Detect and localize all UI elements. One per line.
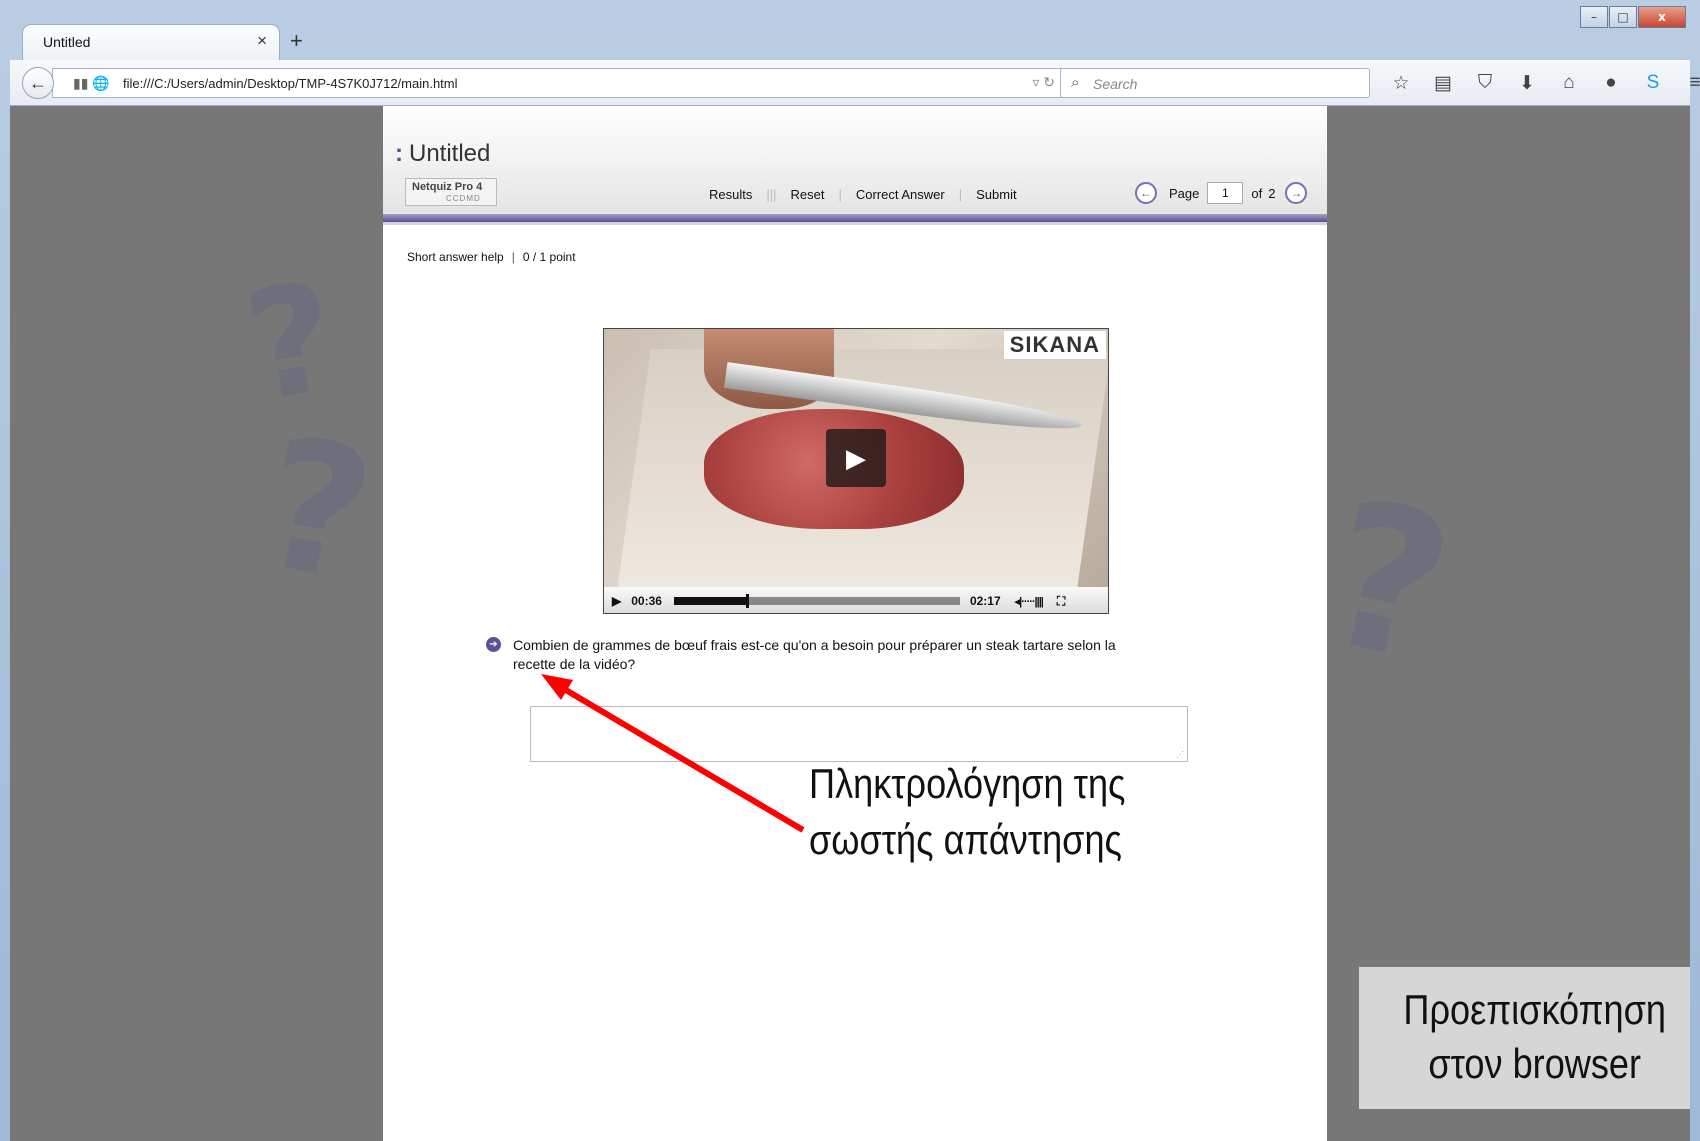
annotation-line-2: σωστής απάντησης xyxy=(809,816,1122,863)
page-viewport: ? ? ? : Untitled Netquiz Pro 4 CCDMD Resu… xyxy=(10,106,1690,1141)
star-icon[interactable]: ☆ xyxy=(1380,70,1422,96)
search-bar[interactable]: ⌕ Search xyxy=(1060,68,1370,98)
skype-icon[interactable]: S xyxy=(1632,70,1674,96)
search-icon: ⌕ xyxy=(1071,74,1080,91)
page-info-icon[interactable]: ▮▮ 🌐 xyxy=(73,75,110,92)
search-placeholder: Search xyxy=(1093,76,1138,92)
url-text: file:///C:/Users/admin/Desktop/TMP-4S7K0… xyxy=(123,76,458,91)
caption-line-1: Προεπισκόπηση xyxy=(1403,986,1666,1033)
pocket-icon[interactable]: ⛉ xyxy=(1464,70,1506,96)
back-arrow-icon: ← xyxy=(29,72,47,93)
back-button[interactable]: ← xyxy=(22,67,54,99)
home-icon[interactable]: ⌂ xyxy=(1548,70,1590,96)
download-icon[interactable]: ⬇ xyxy=(1506,70,1548,96)
chat-icon[interactable]: ● xyxy=(1590,70,1632,96)
close-window-button[interactable]: x xyxy=(1638,6,1686,28)
annotation-line-1: Πληκτρολόγηση της xyxy=(809,760,1126,807)
annotation-arrow xyxy=(541,674,805,833)
new-tab-button[interactable]: + xyxy=(290,28,303,54)
caption-line-2: στον browser xyxy=(1428,1040,1641,1087)
minimize-button[interactable]: – xyxy=(1580,6,1608,28)
caption-badge: Προεπισκόπηση στον browser xyxy=(1359,967,1690,1109)
reload-icon[interactable]: ▿ ↻ xyxy=(1032,74,1055,91)
quiz-page: : Untitled Netquiz Pro 4 CCDMD Results ||… xyxy=(383,106,1327,1141)
browser-window: – □ x Untitled × + ▮▮ 🌐 file:///C:/Users… xyxy=(0,0,1700,1141)
toolbar: ☆ ▤ ⛉ ⬇ ⌂ ● S ≡ xyxy=(1380,70,1700,96)
annotation-text: Πληκτρολόγηση της σωστής απάντησης xyxy=(809,756,1125,868)
tab-close-icon[interactable]: × xyxy=(257,31,267,51)
menu-icon[interactable]: ≡ xyxy=(1674,70,1700,96)
title-bar: – □ x Untitled × + xyxy=(0,0,1700,60)
window-controls: – □ x xyxy=(1579,6,1686,28)
annotation-arrow-head xyxy=(541,674,573,700)
browser-tab[interactable]: Untitled × xyxy=(22,24,280,60)
question-mark-decoration: ? xyxy=(1307,456,1469,709)
reading-list-icon[interactable]: ▤ xyxy=(1422,70,1464,96)
url-bar[interactable]: ▮▮ 🌐 file:///C:/Users/admin/Desktop/TMP-… xyxy=(52,68,1066,98)
navigation-bar: ▮▮ 🌐 file:///C:/Users/admin/Desktop/TMP-… xyxy=(10,60,1700,106)
annotation-arrow-line xyxy=(557,683,805,833)
maximize-button[interactable]: □ xyxy=(1609,6,1637,28)
tab-title: Untitled xyxy=(43,34,91,50)
